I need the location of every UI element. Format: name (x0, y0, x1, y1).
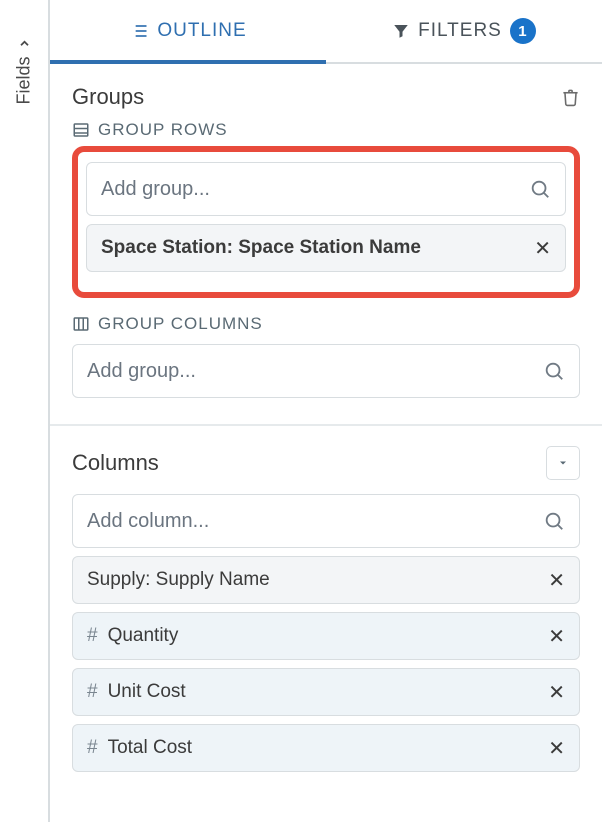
group-columns-label-row: GROUP COLUMNS (72, 314, 580, 334)
panel-tabs: OUTLINE FILTERS 1 (50, 0, 602, 64)
filters-count-badge: 1 (510, 18, 536, 44)
fields-tab-label: Fields (14, 56, 35, 104)
number-type-icon: # (87, 681, 98, 703)
add-group-columns-input[interactable] (87, 360, 543, 383)
chevron-right-icon (17, 36, 31, 50)
group-rows-label: GROUP ROWS (98, 120, 228, 140)
add-group-rows-input-row[interactable] (86, 162, 566, 216)
column-pill-label: Supply: Supply Name (87, 569, 270, 591)
column-pill-label: Unit Cost (108, 681, 186, 703)
group-columns-label: GROUP COLUMNS (98, 314, 263, 334)
tab-filters[interactable]: FILTERS 1 (326, 0, 602, 62)
columns-title: Columns (72, 450, 159, 476)
column-pill-label: Quantity (108, 625, 179, 647)
caret-down-icon (557, 457, 569, 469)
group-row-pill[interactable]: Space Station: Space Station Name ✕ (86, 224, 566, 272)
remove-column-icon[interactable]: ✕ (548, 624, 565, 649)
tab-outline-label: OUTLINE (157, 20, 246, 42)
column-pill[interactable]: # Quantity ✕ (72, 612, 580, 660)
search-icon (543, 360, 565, 382)
column-pill[interactable]: # Unit Cost ✕ (72, 668, 580, 716)
add-group-columns-input-row[interactable] (72, 344, 580, 398)
remove-column-icon[interactable]: ✕ (548, 568, 565, 593)
column-pill-label: Total Cost (108, 737, 192, 759)
group-rows-highlight: Space Station: Space Station Name ✕ (72, 146, 580, 298)
search-icon (529, 178, 551, 200)
add-group-rows-input[interactable] (101, 178, 529, 201)
tab-filters-label: FILTERS (418, 20, 502, 42)
fields-side-tab[interactable]: Fields (0, 0, 50, 822)
number-type-icon: # (87, 737, 98, 759)
group-row-pill-label: Space Station: Space Station Name (101, 237, 421, 259)
tab-outline[interactable]: OUTLINE (50, 0, 326, 62)
remove-column-icon[interactable]: ✕ (548, 680, 565, 705)
add-column-input-row[interactable] (72, 494, 580, 548)
column-pill[interactable]: # Total Cost ✕ (72, 724, 580, 772)
remove-column-icon[interactable]: ✕ (548, 736, 565, 761)
outline-icon (129, 21, 149, 41)
remove-group-row-icon[interactable]: ✕ (534, 236, 551, 261)
search-icon (543, 510, 565, 532)
add-column-input[interactable] (87, 510, 543, 533)
filter-icon (392, 22, 410, 40)
trash-icon[interactable] (561, 88, 580, 107)
columns-icon (72, 315, 90, 333)
section-divider (50, 424, 602, 426)
groups-title: Groups (72, 84, 144, 110)
column-pill[interactable]: Supply: Supply Name ✕ (72, 556, 580, 604)
group-rows-label-row: GROUP ROWS (72, 120, 580, 140)
number-type-icon: # (87, 625, 98, 647)
rows-icon (72, 121, 90, 139)
columns-dropdown-button[interactable] (546, 446, 580, 480)
